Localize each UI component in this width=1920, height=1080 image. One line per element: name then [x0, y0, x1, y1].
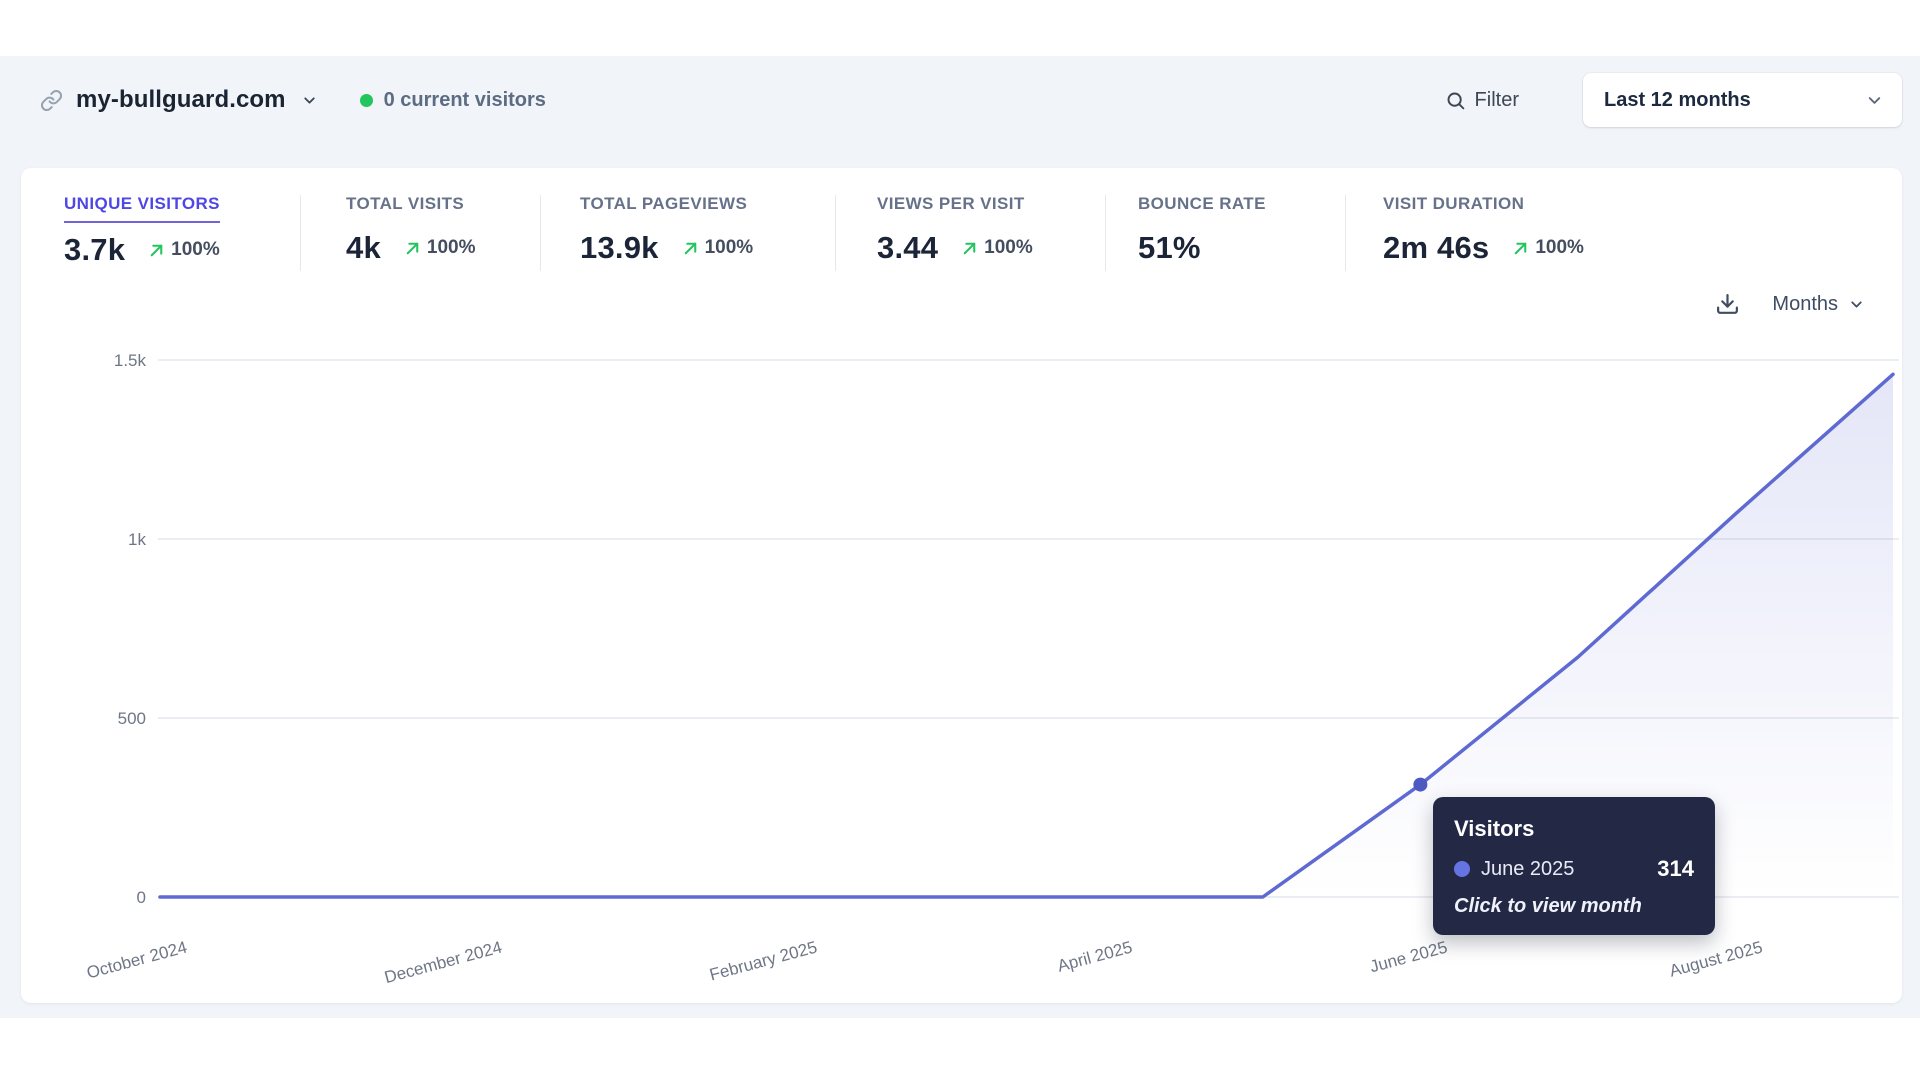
stat-value: 51%	[1138, 230, 1201, 265]
stat-divider	[540, 195, 541, 271]
tooltip-title: Visitors	[1454, 816, 1535, 841]
stat-value: 3.44	[877, 230, 939, 265]
filter-label: Filter	[1474, 88, 1519, 111]
stat-unique-visitors[interactable]: UNIQUE VISITORS 3.7k 100%	[64, 194, 220, 268]
stat-delta: 100%	[1511, 237, 1584, 259]
arrow-up-right-icon	[963, 242, 976, 254]
arrow-up-right-icon	[684, 242, 696, 254]
stat-divider	[300, 195, 301, 271]
stat-label: BOUNCE RATE	[1138, 194, 1266, 213]
stat-delta: 100%	[403, 237, 476, 259]
tooltip-series-row: June 2025 314	[1454, 856, 1694, 882]
tooltip-footer: Click to view month	[1454, 895, 1642, 917]
date-range-value: Last 12 months	[1604, 88, 1751, 111]
arrow-up-right-icon	[1515, 242, 1527, 254]
filter-button[interactable]: Filter	[1445, 89, 1519, 112]
download-button[interactable]	[1715, 292, 1740, 317]
stat-divider	[1105, 195, 1106, 271]
chevron-down-icon	[301, 92, 318, 109]
current-visitors[interactable]: 0 current visitors	[359, 88, 546, 112]
chart-controls: Months	[1715, 292, 1865, 317]
stat-bounce-rate[interactable]: BOUNCE RATE 51%	[1138, 194, 1266, 266]
series-dot-icon	[1454, 861, 1470, 877]
stat-value: 3.7k	[64, 232, 126, 267]
chevron-down-icon	[1865, 91, 1884, 110]
stat-visit-duration[interactable]: VISIT DURATION 2m 46s 100%	[1383, 194, 1584, 266]
stat-delta: 100%	[960, 237, 1033, 259]
stat-divider	[835, 195, 836, 271]
download-icon	[1717, 294, 1739, 314]
stat-value: 4k	[346, 230, 381, 265]
current-visitors-label: 0 current visitors	[383, 88, 546, 111]
tooltip-value: 314	[1657, 856, 1694, 881]
stat-delta: 100%	[147, 239, 220, 261]
live-status-dot	[359, 93, 373, 107]
link-icon	[40, 89, 63, 112]
interval-label: Months	[1772, 293, 1838, 315]
stat-label: VISIT DURATION	[1383, 194, 1525, 213]
tooltip-series-label: June 2025	[1481, 857, 1575, 880]
stat-delta: 100%	[681, 237, 753, 259]
arrow-up-right-icon	[406, 242, 419, 254]
arrow-up-right-icon	[150, 244, 163, 256]
stat-label: UNIQUE VISITORS	[64, 194, 220, 223]
date-range-select[interactable]: Last 12 months	[1583, 73, 1902, 127]
stat-views-per-visit[interactable]: VIEWS PER VISIT 3.44 100%	[877, 194, 1033, 266]
dashboard-header: my-bullguard.com 0 current visitors Filt…	[40, 73, 1902, 127]
stat-label: TOTAL VISITS	[346, 194, 465, 213]
chevron-down-icon	[1851, 301, 1862, 308]
search-icon	[1445, 90, 1466, 111]
site-switcher[interactable]: my-bullguard.com	[40, 86, 318, 114]
stat-total-visits[interactable]: TOTAL VISITS 4k 100%	[346, 194, 476, 266]
stat-total-pageviews[interactable]: TOTAL PAGEVIEWS 13.9k 100%	[580, 194, 753, 266]
site-name: my-bullguard.com	[76, 86, 286, 113]
stat-label: TOTAL PAGEVIEWS	[580, 194, 748, 213]
chart-tooltip[interactable]: Visitors June 2025 314 Click to view mon…	[1433, 797, 1715, 935]
stat-value: 2m 46s	[1383, 230, 1490, 265]
stat-label: VIEWS PER VISIT	[877, 194, 1025, 213]
stat-value: 13.9k	[580, 230, 659, 265]
stat-divider	[1345, 195, 1346, 271]
interval-select[interactable]: Months	[1772, 293, 1865, 316]
